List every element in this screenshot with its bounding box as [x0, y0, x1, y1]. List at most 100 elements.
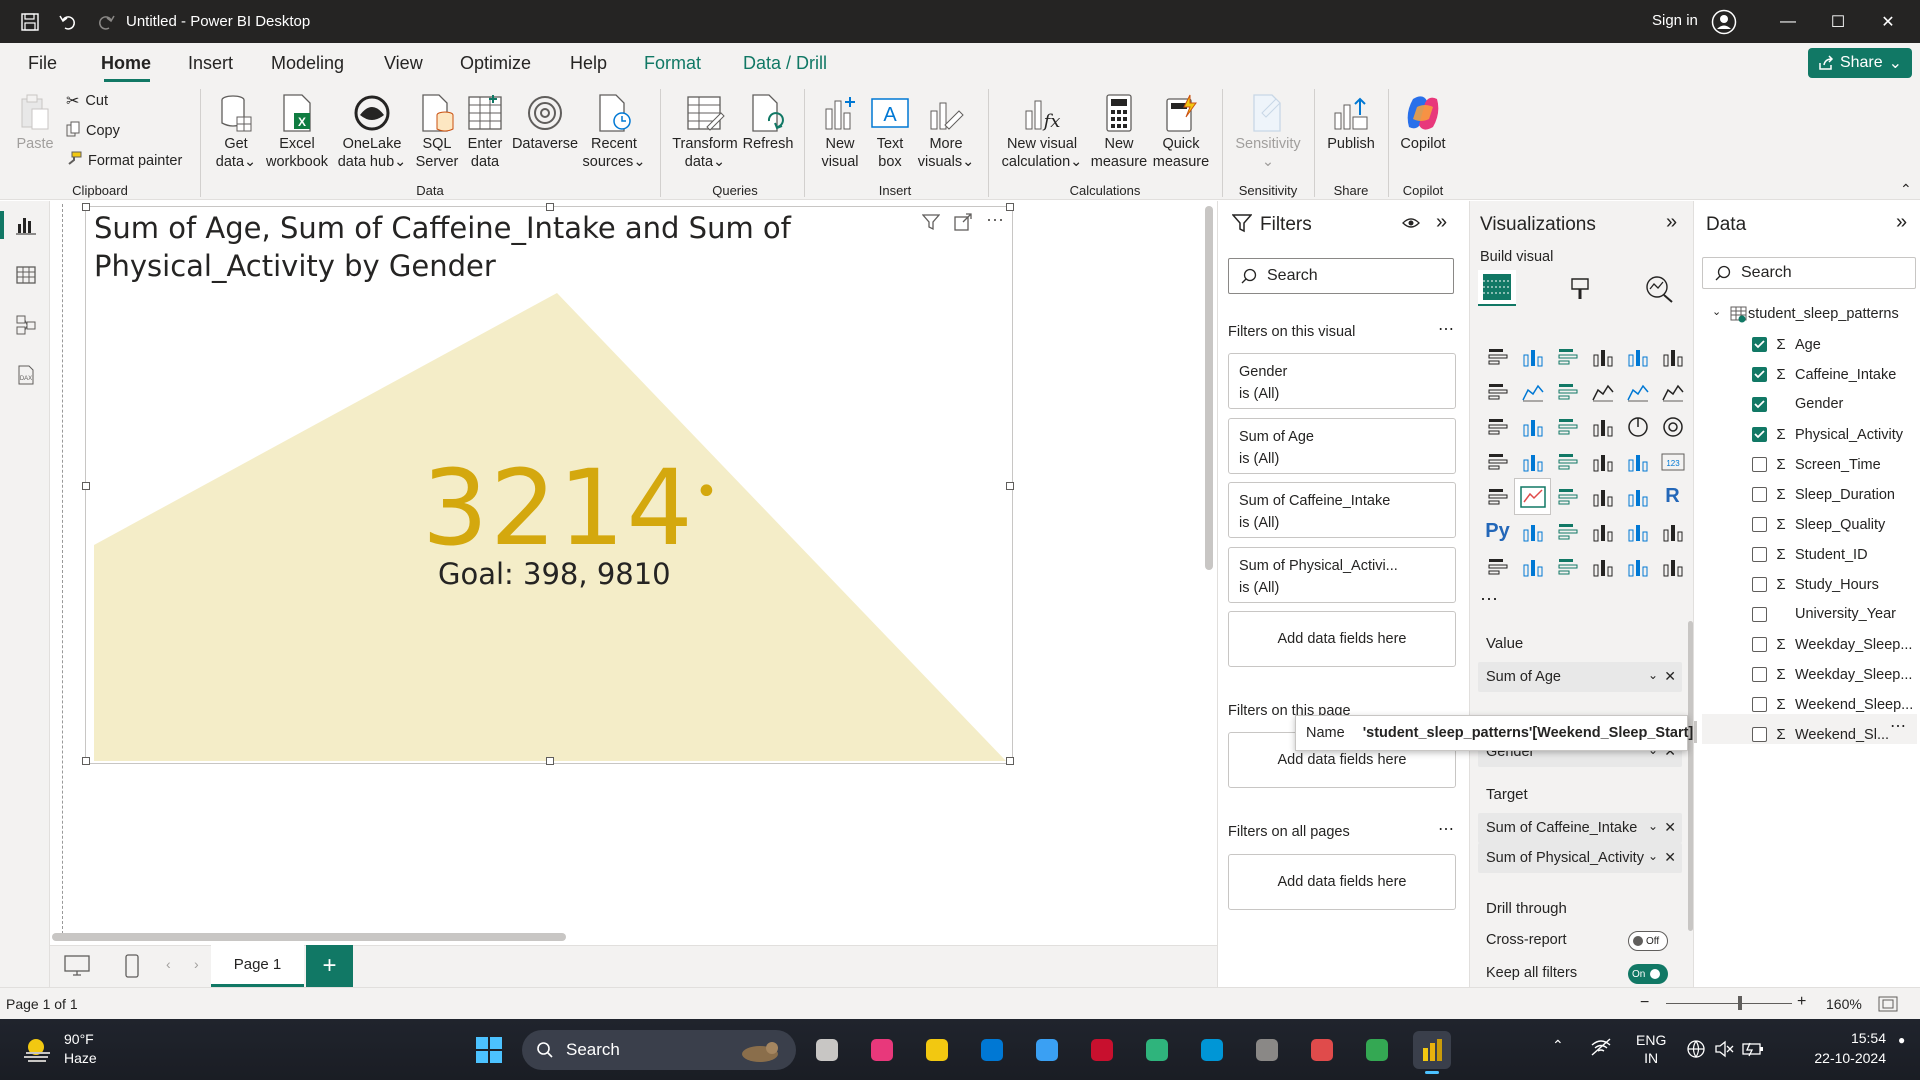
collapse-ribbon-icon[interactable]: ⌃ [1900, 181, 1912, 198]
line-clustered-icon[interactable] [1655, 374, 1690, 409]
field-checkbox[interactable] [1752, 727, 1767, 742]
field-checkbox[interactable] [1752, 697, 1767, 712]
field-item[interactable]: Σ Screen_Time [1752, 456, 1881, 473]
map-icon[interactable] [1515, 444, 1550, 479]
hp-icon[interactable] [1193, 1031, 1231, 1069]
key-influencers-icon[interactable] [1515, 514, 1550, 549]
field-checkbox[interactable] [1752, 517, 1767, 532]
text-box-button[interactable]: A Text box [868, 93, 912, 171]
zoom-slider-thumb[interactable] [1738, 996, 1742, 1010]
clustered-column-icon[interactable] [1585, 339, 1620, 374]
field-item[interactable]: Σ Weekday_Sleep... [1752, 666, 1912, 683]
donut-icon[interactable] [1655, 409, 1690, 444]
refresh-button[interactable]: Refresh [740, 93, 796, 153]
field-item[interactable]: Σ Sleep_Duration [1752, 486, 1895, 503]
field-item[interactable]: Σ Weekend_Sleep... [1752, 696, 1913, 713]
next-page-icon[interactable]: › [194, 956, 199, 972]
ribbon-icon[interactable] [1480, 409, 1515, 444]
battery-icon[interactable] [1742, 1039, 1764, 1062]
data-pane-resize-handle[interactable] [1694, 721, 1697, 743]
zoom-out-button[interactable]: − [1640, 994, 1649, 1012]
sensitivity-button[interactable]: Sensitivity ⌄ [1228, 93, 1308, 171]
tab-data-drill[interactable]: Data / Drill [743, 53, 827, 74]
edge-icon[interactable] [1138, 1031, 1176, 1069]
network-off-icon[interactable] [1590, 1037, 1612, 1060]
target-field-pill[interactable]: Sum of Physical_Activity ⌄ ✕ [1478, 843, 1682, 873]
folder-icon[interactable] [918, 1031, 956, 1069]
start-button[interactable] [470, 1031, 508, 1069]
format-painter-button[interactable]: Format painter [66, 151, 182, 171]
gauge-icon[interactable] [1620, 444, 1655, 479]
field-item[interactable]: Σ Study_Hours [1752, 576, 1879, 593]
resize-handle[interactable] [82, 482, 90, 490]
table-name[interactable]: student_sleep_patterns [1748, 306, 1899, 322]
new-visual-button[interactable]: New visual [814, 93, 866, 171]
redo-icon[interactable] [92, 8, 120, 36]
kpi-visual[interactable]: Sum of Age, Sum of Caffeine_Intake and S… [82, 203, 1014, 765]
more-visuals-button[interactable]: More visuals⌄ [914, 93, 978, 171]
file-explorer-icon[interactable] [808, 1031, 846, 1069]
resize-handle[interactable] [82, 203, 90, 211]
target-field-pill[interactable]: Sum of Caffeine_Intake ⌄ ✕ [1478, 813, 1682, 843]
resize-handle[interactable] [1006, 482, 1014, 490]
vertical-scrollbar[interactable] [1205, 206, 1213, 570]
azure-map-icon[interactable] [1585, 444, 1620, 479]
field-checkbox[interactable] [1752, 547, 1767, 562]
filter-icon[interactable] [921, 213, 941, 234]
settings-gear-icon[interactable] [1248, 1031, 1286, 1069]
100-area-icon[interactable] [1585, 374, 1620, 409]
stacked-bar-icon[interactable] [1480, 339, 1515, 374]
eye-icon[interactable] [1402, 215, 1420, 234]
tab-optimize[interactable]: Optimize [460, 53, 531, 74]
language-indicator[interactable]: ENG IN [1636, 1031, 1666, 1067]
field-item[interactable]: Σ Caffeine_Intake [1752, 366, 1896, 383]
field-checkbox[interactable] [1752, 337, 1767, 352]
scatter-icon[interactable] [1585, 409, 1620, 444]
kpi-icon[interactable] [1514, 478, 1551, 515]
more-icon[interactable] [1655, 549, 1690, 584]
resize-handle[interactable] [1006, 203, 1014, 211]
resize-handle[interactable] [546, 757, 554, 765]
model-view-icon[interactable] [13, 312, 39, 338]
field-item[interactable]: Σ Sleep_Quality [1752, 516, 1885, 533]
filter-card[interactable]: Sum of Physical_Activi... is (All) [1228, 547, 1456, 603]
tab-modeling[interactable]: Modeling [271, 53, 344, 74]
copy-button[interactable]: Copy [66, 121, 120, 141]
zoom-in-button[interactable]: + [1797, 993, 1806, 1011]
store-icon[interactable] [973, 1031, 1011, 1069]
undo-icon[interactable] [54, 8, 82, 36]
dataverse-button[interactable]: Dataverse [510, 93, 580, 153]
taskbar-search[interactable]: Search [522, 1030, 796, 1070]
excel-workbook-button[interactable]: X Excel workbook [262, 93, 332, 171]
horizontal-scrollbar[interactable] [52, 933, 566, 941]
publish-button[interactable]: Publish [1320, 93, 1382, 153]
desktop-layout-icon[interactable] [64, 954, 90, 981]
paste-button[interactable]: Paste [14, 93, 56, 153]
field-checkbox[interactable] [1752, 427, 1767, 442]
account-icon[interactable] [1710, 8, 1738, 36]
metrics-icon[interactable] [1655, 514, 1690, 549]
field-item[interactable]: University_Year [1752, 606, 1896, 622]
notification-bell-icon[interactable]: ● [1898, 1033, 1905, 1047]
transform-data-button[interactable]: Transform data⌄ [670, 93, 740, 171]
expand-table-icon[interactable]: ⌄ [1712, 305, 1721, 318]
field-checkbox[interactable] [1752, 577, 1767, 592]
report-view-icon[interactable] [13, 212, 39, 238]
weather-icon[interactable] [22, 1033, 54, 1068]
focus-mode-icon[interactable] [954, 213, 972, 234]
filter-card[interactable]: Gender is (All) [1228, 353, 1456, 409]
quick-measure-button[interactable]: Quick measure [1150, 93, 1212, 171]
close-button[interactable]: ✕ [1868, 6, 1908, 38]
100-column-icon[interactable] [1655, 339, 1690, 374]
table-icon[interactable] [1585, 479, 1620, 514]
filter-card[interactable]: Sum of Age is (All) [1228, 418, 1456, 474]
globe-icon[interactable] [1686, 1039, 1706, 1062]
more-options-icon[interactable]: ⋯ [986, 211, 1004, 234]
resize-handle[interactable] [1006, 757, 1014, 765]
chrome-icon[interactable] [1358, 1031, 1396, 1069]
show-hidden-icons[interactable]: ⌃ [1552, 1037, 1564, 1054]
format-visual-tab[interactable] [1566, 275, 1594, 306]
cross-report-toggle[interactable]: Off [1628, 931, 1668, 951]
smart-narrative-icon[interactable] [1620, 514, 1655, 549]
line-column-icon[interactable] [1620, 374, 1655, 409]
